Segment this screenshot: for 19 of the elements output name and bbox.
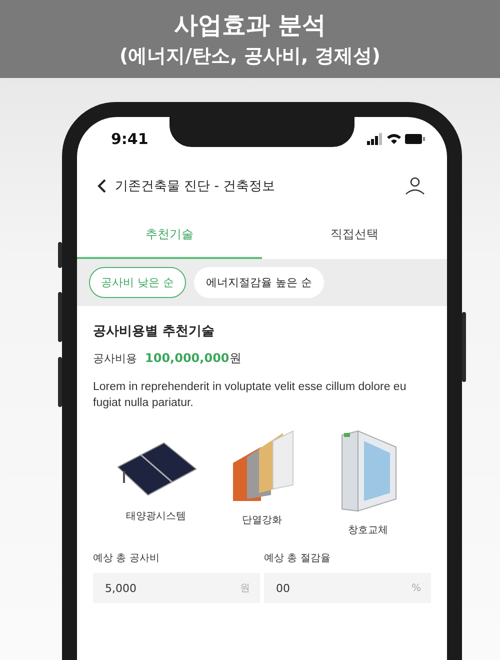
section-heading: 공사비용별 추천기술 [93, 323, 216, 340]
technology-label: 태양광시스템 [126, 510, 186, 524]
estimate-label: 예상 총 공사비 [93, 552, 160, 566]
status-icons [367, 133, 425, 145]
estimate-field[interactable]: 5,000 원 [93, 573, 260, 604]
technology-label: 창호교체 [348, 524, 388, 538]
banner-subtitle: (에너지/탄소, 공사비, 경제성) [120, 44, 380, 69]
technology-label: 단열강화 [242, 514, 282, 528]
sort-chip[interactable]: 에너지절감율 높은 순 [194, 267, 324, 298]
estimate-field[interactable]: 00 % [264, 573, 431, 604]
nav-title: 기존건축물 진단 - 건축정보 [115, 178, 276, 195]
cost-amount: 100,000,000원 [145, 350, 242, 367]
cost-label: 공사비용 [93, 351, 137, 366]
estimate-label: 예상 총 절감율 [264, 552, 332, 566]
back-icon[interactable] [97, 179, 107, 193]
banner-title: 사업효과 분석 [174, 10, 326, 41]
user-icon[interactable] [405, 177, 425, 195]
status-time: 9:41 [111, 130, 148, 148]
description-text: Lorem in reprehenderit in voluptate velit esse cillum dolore eu fugiat nulla pariatur. [93, 380, 408, 412]
